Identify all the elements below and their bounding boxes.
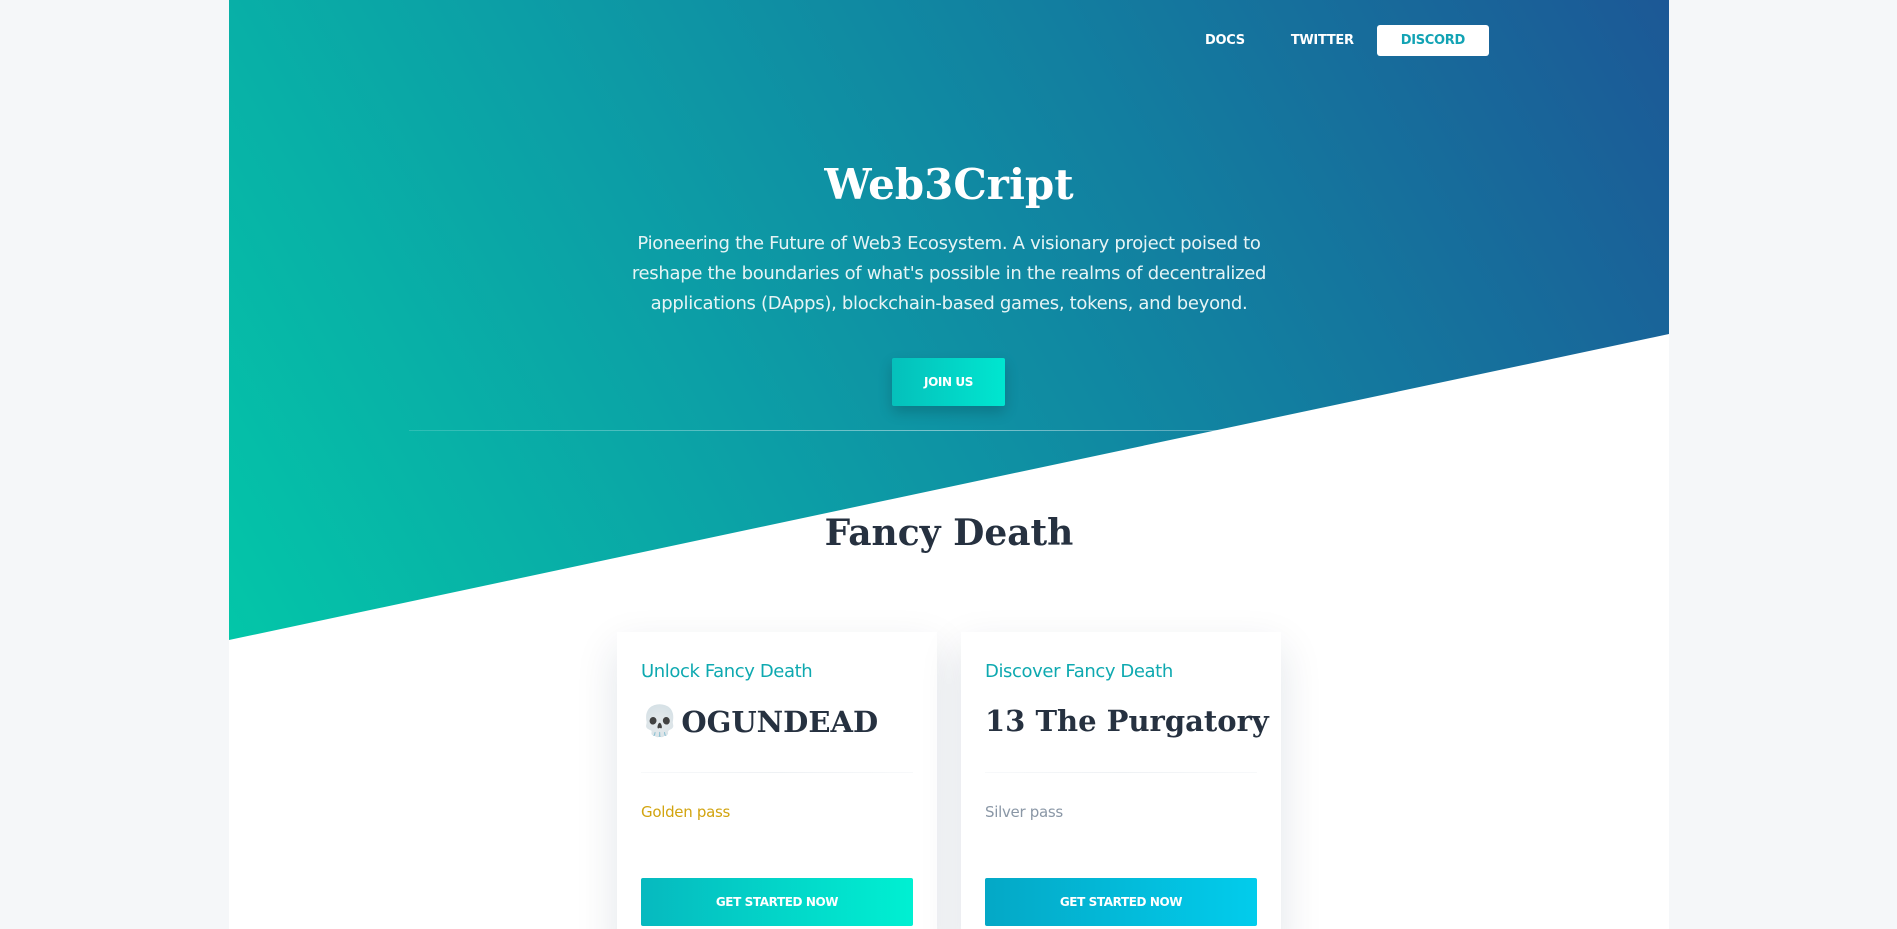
skull-icon: 💀 [641,704,679,739]
hero-divider [409,430,1489,431]
get-started-button[interactable]: GET STARTED NOW [641,878,913,926]
card-eyebrow: Discover Fancy Death [985,661,1173,682]
get-started-button[interactable]: GET STARTED NOW [985,878,1257,926]
card-title-text: OGUNDEAD [681,704,879,739]
pricing-card-purgatory: Discover Fancy Death 13 The Purgatory Si… [961,632,1281,929]
nav-docs-link[interactable]: DOCS [1182,24,1268,57]
pricing-card-ogundead: Unlock Fancy Death 💀 OGUNDEAD Golden pas… [617,632,937,929]
section-title: Fancy Death [824,512,1074,554]
card-pass-label: Silver pass [985,803,1063,821]
top-nav: DOCS TWITTER DISCORD [1182,24,1489,57]
card-title: 13 The Purgatory [985,704,1269,738]
hero-subtitle: Pioneering the Future of Web3 Ecosystem.… [631,233,1267,314]
card-divider [641,772,913,773]
nav-discord-button[interactable]: DISCORD [1376,25,1489,56]
card-eyebrow: Unlock Fancy Death [641,661,813,682]
join-us-button[interactable]: JOIN US [892,358,1005,406]
nav-twitter-link[interactable]: TWITTER [1268,24,1377,57]
hero-title: Web3Cript [824,160,1074,209]
card-divider [985,772,1257,773]
card-title-text: 13 The Purgatory [985,704,1269,738]
card-pass-label: Golden pass [641,803,731,821]
card-title: 💀 OGUNDEAD [641,704,878,739]
page: DOCS TWITTER DISCORD Web3Cript Pioneerin… [229,0,1669,929]
